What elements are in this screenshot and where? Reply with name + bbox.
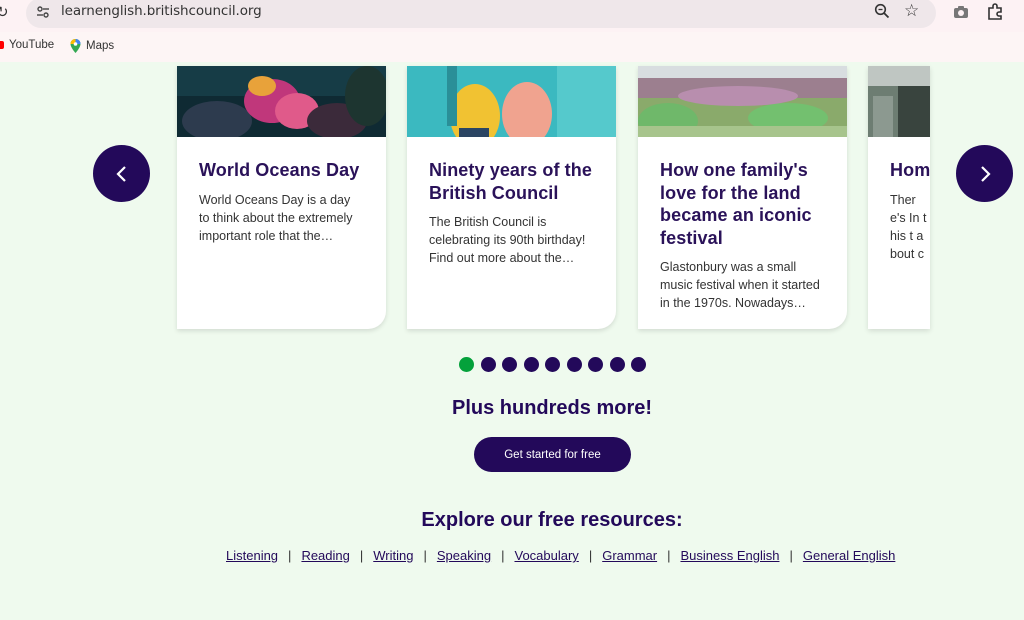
- card-description: Glastonbury was a small music festival w…: [660, 260, 820, 310]
- pagination-dot[interactable]: [609, 357, 625, 372]
- url-text[interactable]: learnenglish.britishcouncil.org: [61, 3, 262, 19]
- separator: |: [359, 548, 364, 563]
- article-card[interactable]: How one family's love for the land becam…: [638, 66, 847, 329]
- card-title[interactable]: Ninety years of the British Council: [407, 142, 616, 204]
- carousel-pagination: [459, 357, 646, 372]
- get-started-button[interactable]: Get started for free: [474, 437, 631, 472]
- resource-link-writing[interactable]: Writing: [373, 548, 413, 563]
- bookmark-label: Maps: [86, 40, 115, 52]
- maps-pin-icon: [70, 39, 81, 53]
- camera-icon[interactable]: [953, 5, 969, 19]
- pagination-dot[interactable]: [545, 357, 560, 372]
- reload-icon[interactable]: ↻: [0, 3, 9, 21]
- pagination-dot[interactable]: [566, 357, 582, 372]
- youtube-icon: [0, 41, 4, 49]
- bookmark-label: YouTube: [9, 39, 55, 51]
- promo-headline: Plus hundreds more!: [451, 397, 653, 419]
- card-title[interactable]: How one family's love for the land becam…: [638, 142, 847, 249]
- extensions-icon[interactable]: [986, 2, 1004, 20]
- pagination-dot[interactable]: [502, 357, 517, 372]
- bookmark-star-icon[interactable]: ☆: [904, 1, 919, 21]
- resource-link-grammar[interactable]: Grammar: [602, 548, 657, 563]
- resource-link-reading[interactable]: Reading: [301, 548, 349, 563]
- resource-link-vocabulary[interactable]: Vocabulary: [514, 548, 578, 563]
- pagination-dot[interactable]: [459, 357, 474, 372]
- separator: |: [501, 548, 505, 563]
- bookmarks-bar: YouTube Maps: [0, 32, 1024, 62]
- card-description: The British Council is celebrating its 9…: [429, 215, 586, 265]
- card-title[interactable]: Hom: [868, 142, 930, 182]
- chevron-right-icon: [980, 165, 991, 182]
- card-title[interactable]: World Oceans Day: [177, 142, 386, 182]
- card-image-city: [868, 66, 930, 137]
- pagination-dot[interactable]: [480, 357, 496, 372]
- card-image-people: [407, 66, 616, 148]
- address-bar[interactable]: learnenglish.britishcouncil.org ☆: [26, 0, 936, 28]
- chevron-left-icon: [115, 165, 126, 182]
- separator: |: [588, 548, 593, 563]
- pagination-dot[interactable]: [588, 357, 603, 372]
- separator: |: [288, 548, 292, 563]
- article-card[interactable]: World Oceans Day World Oceans Day is a d…: [177, 66, 386, 329]
- pagination-dot[interactable]: [631, 357, 646, 372]
- resource-link-speaking[interactable]: Speaking: [437, 548, 491, 563]
- separator: |: [423, 548, 427, 563]
- bookmark-maps[interactable]: Maps: [70, 39, 114, 53]
- site-settings-icon[interactable]: [36, 5, 50, 19]
- zoom-icon[interactable]: [874, 3, 890, 19]
- pagination-dot[interactable]: [523, 357, 539, 372]
- resource-link-business-english[interactable]: Business English: [680, 548, 779, 563]
- separator: |: [667, 548, 671, 563]
- card-description: World Oceans Day is a day to think about…: [199, 192, 353, 243]
- carousel-prev-button[interactable]: [93, 145, 150, 202]
- resources-heading: Explore our free resources:: [421, 509, 683, 531]
- carousel-next-button[interactable]: [956, 145, 1013, 202]
- resource-link-general-english[interactable]: General English: [803, 548, 896, 563]
- card-image-coral-reef: [177, 66, 386, 141]
- article-card[interactable]: Hom There's In this t about c: [868, 66, 930, 329]
- separator: |: [789, 548, 793, 563]
- card-description: There's In this t about c: [890, 192, 927, 261]
- browser-toolbar: ↻ learnenglish.britishcouncil.org ☆: [0, 0, 1024, 32]
- resources-links: Listening | Reading | Writing | Speaking…: [226, 548, 895, 563]
- bookmark-youtube[interactable]: YouTube: [0, 39, 54, 51]
- article-card[interactable]: Ninety years of the British Council The …: [407, 66, 616, 329]
- resource-link-listening[interactable]: Listening: [226, 548, 278, 563]
- card-image-festival: [638, 66, 847, 139]
